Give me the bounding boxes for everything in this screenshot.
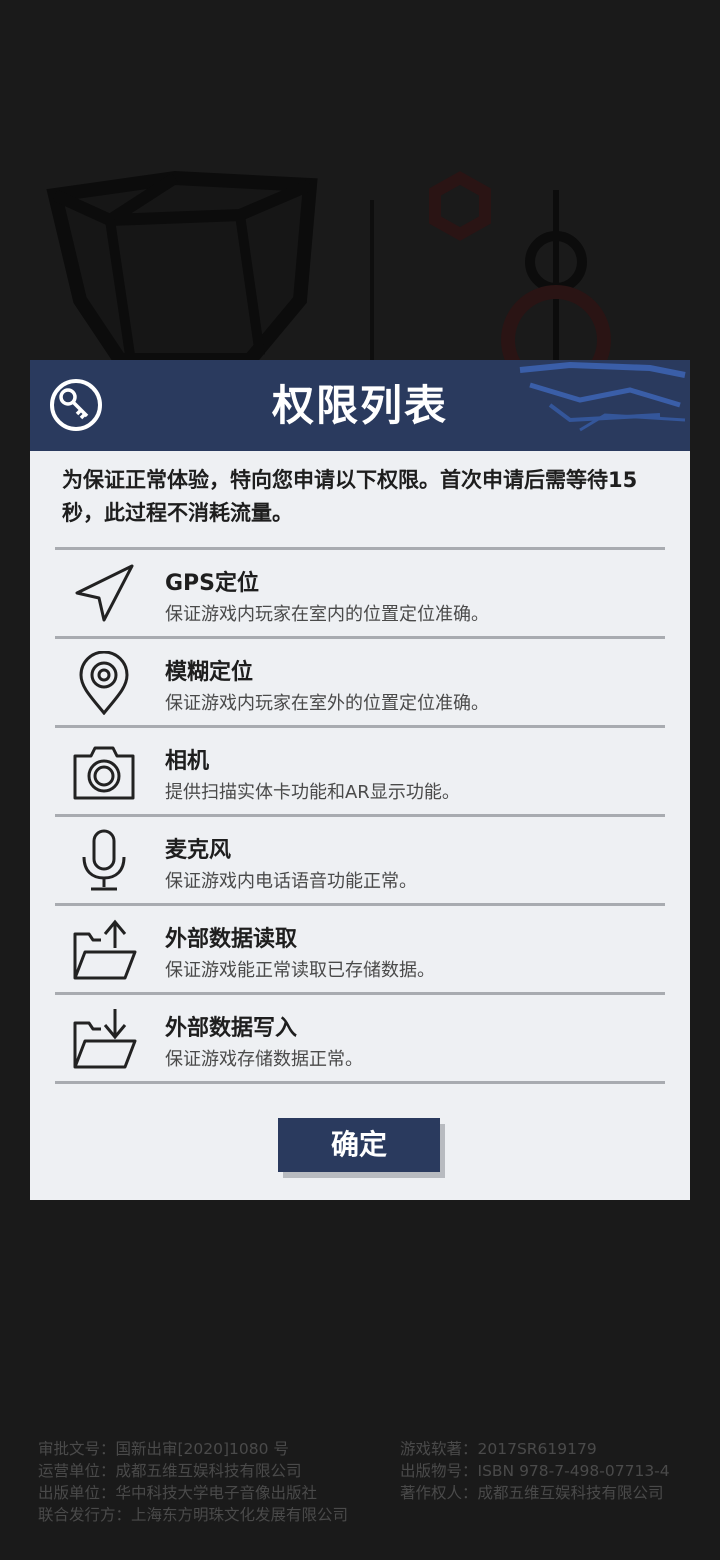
permission-title: 模糊定位 [165, 660, 254, 685]
footer-line: 联合发行方：上海东方明珠文化发展有限公司 [38, 1506, 349, 1524]
permission-title: 外部数据读取 [165, 927, 298, 952]
divider [55, 1081, 665, 1084]
permission-item-storage-write: 外部数据写入 保证游戏存储数据正常。 [55, 995, 665, 1081]
footer-line: 审批文号：国新出审[2020]1080 号 [38, 1440, 289, 1458]
permission-desc: 保证游戏内玩家在室内的位置定位准确。 [165, 604, 489, 625]
dialog-header: 权限列表 [30, 360, 690, 451]
intro-text: 为保证正常体验，特向您申请以下权限。首次申请后需等待15秒，此过程不消耗流量。 [62, 468, 638, 525]
permission-desc: 保证游戏存储数据正常。 [165, 1049, 363, 1070]
cube-logo-icon [46, 170, 318, 367]
folder-download-icon [73, 1009, 137, 1069]
location-arrow-icon [75, 564, 134, 622]
footer-left-column: 审批文号：国新出审[2020]1080 号 运营单位：成都五维互娱科技有限公司 … [38, 1438, 398, 1526]
permission-title: 外部数据写入 [165, 1016, 298, 1041]
permission-item-storage-read: 外部数据读取 保证游戏能正常读取已存储数据。 [55, 906, 665, 992]
permission-item-microphone: 麦克风 保证游戏内电话语音功能正常。 [55, 817, 665, 903]
tower-logo-icon [501, 190, 611, 395]
permission-item-gps: GPS定位 保证游戏内玩家在室内的位置定位准确。 [55, 550, 665, 636]
permission-dialog: 权限列表 为保证正常体验，特向您申请以下权限。首次申请后需等待15秒，此过程不消… [30, 360, 690, 1200]
footer-line: 运营单位：成都五维互娱科技有限公司 [38, 1462, 302, 1480]
microphone-icon [82, 829, 126, 891]
footer-line: 著作权人：成都五维互娱科技有限公司 [400, 1484, 664, 1502]
permission-title: 麦克风 [165, 838, 232, 863]
permission-list: GPS定位 保证游戏内玩家在室内的位置定位准确。 模糊定位 保证游戏内玩家在室外… [55, 547, 665, 1084]
map-pin-icon [79, 651, 129, 715]
footer-line: 出版物号：ISBN 978-7-498-07713-4 [400, 1462, 670, 1480]
permission-desc: 保证游戏能正常读取已存储数据。 [165, 960, 435, 981]
footer-right-column: 游戏软著：2017SR619179 出版物号：ISBN 978-7-498-07… [400, 1438, 720, 1504]
confirm-button-wrap: 确定 [278, 1118, 446, 1178]
footer-line: 游戏软著：2017SR619179 [400, 1440, 597, 1458]
confirm-button[interactable]: 确定 [278, 1118, 440, 1172]
permission-desc: 保证游戏内玩家在室外的位置定位准确。 [165, 693, 489, 714]
folder-upload-icon [73, 919, 137, 980]
footer-line: 出版单位：华中科技大学电子音像出版社 [38, 1484, 318, 1502]
camera-icon [73, 746, 135, 800]
permission-item-coarse-location: 模糊定位 保证游戏内玩家在室外的位置定位准确。 [55, 639, 665, 725]
hexagon-logo-icon [429, 171, 491, 241]
permission-desc: 提供扫描实体卡功能和AR显示功能。 [165, 782, 460, 803]
permission-desc: 保证游戏内电话语音功能正常。 [165, 871, 417, 892]
permission-item-camera: 相机 提供扫描实体卡功能和AR显示功能。 [55, 728, 665, 814]
dialog-title: 权限列表 [271, 381, 448, 430]
permission-title: GPS定位 [165, 571, 260, 596]
permission-title: 相机 [165, 749, 210, 774]
